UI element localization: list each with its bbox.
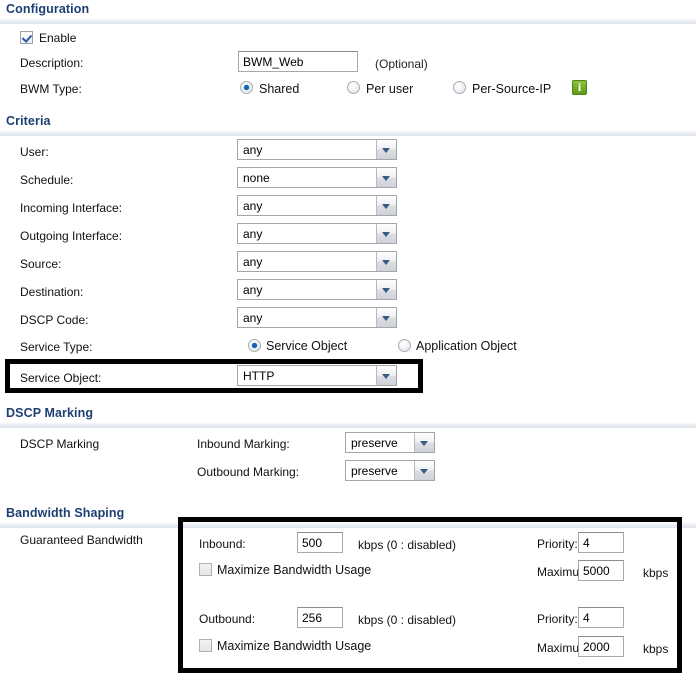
service-type-radio-service-object[interactable] [248, 339, 261, 352]
bandwidth-outbound-maximum-input[interactable] [578, 636, 624, 657]
bandwidth-inbound-priority-label: Priority: [537, 537, 578, 551]
bandwidth-outbound-priority-label: Priority: [537, 612, 578, 626]
criteria-select-user-value: any [243, 143, 263, 157]
section-title-criteria: Criteria [6, 114, 51, 128]
service-object-select-value: HTTP [243, 369, 275, 383]
bandwidth-inbound-priority-input[interactable] [578, 532, 624, 553]
service-type-radio-application-object[interactable] [398, 339, 411, 352]
description-input[interactable] [238, 51, 358, 72]
section-rule [0, 422, 696, 428]
section-header-criteria: Criteria [0, 114, 696, 136]
bwm-type-radio-shared[interactable] [240, 81, 253, 94]
criteria-label-source: Source: [20, 257, 62, 271]
chevron-down-icon[interactable] [376, 140, 396, 159]
criteria-label-incoming-interface: Incoming Interface: [20, 201, 123, 215]
bandwidth-inbound-maximum-unit: kbps [643, 566, 669, 580]
guaranteed-bandwidth-row-label: Guaranteed Bandwidth [20, 533, 143, 547]
bwm-policy-form: Configuration Enable Description: (Optio… [0, 0, 696, 675]
criteria-select-destination-value: any [243, 283, 263, 297]
section-header-bandwidth-shaping: Bandwidth Shaping [0, 506, 696, 528]
bandwidth-outbound-unit: kbps (0 : disabled) [358, 613, 457, 627]
criteria-select-user[interactable]: any [237, 139, 397, 160]
dscp-inbound-marking-value: preserve [351, 436, 398, 450]
criteria-select-dscp-code-value: any [243, 311, 263, 325]
section-title-dscp-marking: DSCP Marking [6, 406, 94, 420]
bandwidth-outbound-maximum-unit: kbps [643, 642, 669, 656]
section-rule [0, 522, 696, 528]
dscp-inbound-marking-select[interactable]: preserve [345, 432, 435, 453]
info-icon[interactable] [572, 80, 587, 95]
description-optional-note: (Optional) [375, 57, 428, 71]
bwm-type-option-per-source-ip: Per-Source-IP [472, 82, 552, 96]
criteria-label-outgoing-interface: Outgoing Interface: [20, 229, 123, 243]
criteria-label-user: User: [20, 145, 49, 159]
criteria-select-incoming-interface[interactable]: any [237, 195, 397, 216]
chevron-down-icon[interactable] [414, 461, 434, 480]
enable-checkbox[interactable] [20, 31, 33, 44]
bandwidth-outbound-input[interactable] [297, 607, 343, 628]
chevron-down-icon[interactable] [376, 196, 396, 215]
criteria-select-incoming-interface-value: any [243, 199, 263, 213]
criteria-select-outgoing-interface-value: any [243, 227, 263, 241]
criteria-select-dscp-code[interactable]: any [237, 307, 397, 328]
dscp-outbound-marking-value: preserve [351, 464, 398, 478]
bandwidth-inbound-unit: kbps (0 : disabled) [358, 538, 457, 552]
dscp-outbound-marking-label: Outbound Marking: [197, 465, 300, 479]
section-title-bandwidth-shaping: Bandwidth Shaping [6, 506, 125, 520]
service-type-option-service-object: Service Object [266, 339, 348, 353]
section-title-configuration: Configuration [6, 2, 90, 16]
bandwidth-inbound-maximize-checkbox[interactable] [199, 563, 212, 576]
section-rule [0, 130, 696, 136]
chevron-down-icon[interactable] [376, 224, 396, 243]
bandwidth-inbound-label: Inbound: [199, 537, 246, 551]
bandwidth-inbound-maximum-input[interactable] [578, 560, 624, 581]
criteria-label-destination: Destination: [20, 285, 84, 299]
service-object-select[interactable]: HTTP [237, 365, 397, 386]
enable-label: Enable [39, 31, 77, 45]
criteria-select-source-value: any [243, 255, 263, 269]
bandwidth-outbound-maximize-label: Maximize Bandwidth Usage [217, 639, 372, 653]
criteria-select-schedule-value: none [243, 171, 270, 185]
criteria-select-outgoing-interface[interactable]: any [237, 223, 397, 244]
chevron-down-icon[interactable] [376, 168, 396, 187]
chevron-down-icon[interactable] [376, 252, 396, 271]
chevron-down-icon[interactable] [376, 280, 396, 299]
service-object-label: Service Object: [20, 371, 102, 385]
dscp-inbound-marking-label: Inbound Marking: [197, 437, 290, 451]
bwm-type-label: BWM Type: [20, 82, 82, 96]
dscp-marking-row-label: DSCP Marking [20, 437, 100, 451]
description-label: Description: [20, 56, 84, 70]
section-header-dscp-marking: DSCP Marking [0, 406, 696, 428]
bandwidth-outbound-priority-input[interactable] [578, 607, 624, 628]
chevron-down-icon[interactable] [376, 366, 396, 385]
bwm-type-radio-per-source-ip[interactable] [453, 81, 466, 94]
dscp-outbound-marking-select[interactable]: preserve [345, 460, 435, 481]
bandwidth-outbound-label: Outbound: [199, 612, 256, 626]
criteria-select-schedule[interactable]: none [237, 167, 397, 188]
service-type-label: Service Type: [20, 340, 93, 354]
criteria-select-source[interactable]: any [237, 251, 397, 272]
bwm-type-option-per-user: Per user [366, 82, 414, 96]
bwm-type-radio-per-user[interactable] [347, 81, 360, 94]
criteria-select-destination[interactable]: any [237, 279, 397, 300]
bandwidth-inbound-maximize-label: Maximize Bandwidth Usage [217, 563, 372, 577]
bandwidth-inbound-input[interactable] [297, 532, 343, 553]
section-header-configuration: Configuration [0, 2, 696, 24]
criteria-label-dscp-code: DSCP Code: [20, 313, 89, 327]
criteria-label-schedule: Schedule: [20, 173, 74, 187]
chevron-down-icon[interactable] [414, 433, 434, 452]
section-rule [0, 18, 696, 24]
bandwidth-outbound-maximize-checkbox[interactable] [199, 639, 212, 652]
service-type-option-application-object: Application Object [416, 339, 517, 353]
chevron-down-icon[interactable] [376, 308, 396, 327]
bwm-type-option-shared: Shared [259, 82, 300, 96]
